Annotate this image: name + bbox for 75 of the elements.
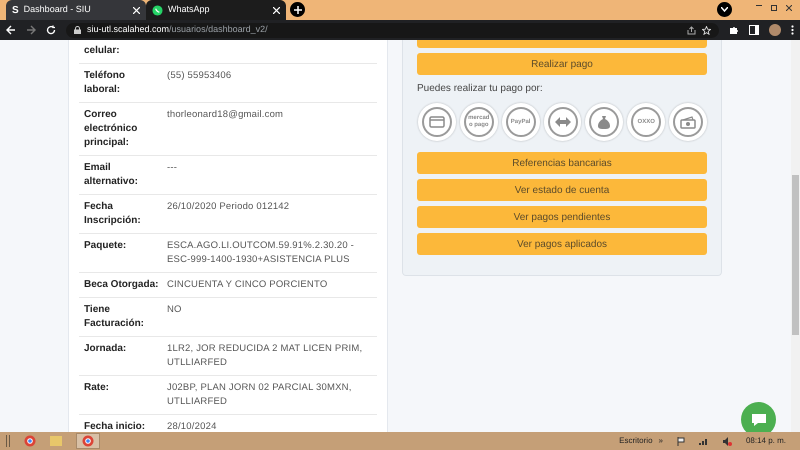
action-button[interactable]: Ver pagos pendientes — [417, 206, 707, 228]
payment-method-button[interactable] — [669, 103, 708, 141]
plus-icon — [294, 6, 302, 14]
speaker-icon[interactable] — [722, 436, 732, 446]
field-label: Fecha inicio: — [84, 420, 146, 432]
taskbar-app-button[interactable] — [76, 433, 100, 449]
arrows-icon — [554, 116, 572, 128]
minimize-icon[interactable] — [756, 5, 762, 7]
pay-button[interactable]: Realizar pago — [417, 53, 707, 75]
field-value: (55) 55953406 — [167, 69, 232, 83]
field-label: Teléfono laboral: — [84, 69, 126, 97]
tab-search-button[interactable] — [717, 2, 732, 17]
scrollbar-thumb[interactable] — [792, 175, 799, 335]
restore-icon[interactable] — [771, 5, 777, 11]
payment-methods-label: Puedes realizar tu pago por: — [417, 82, 544, 96]
back-arrow-icon[interactable] — [6, 25, 16, 35]
side-panel-icon[interactable] — [749, 25, 759, 35]
browser-tab[interactable]: WhatsApp — [146, 0, 286, 20]
field-label: Correo electrónico principal: — [84, 108, 138, 150]
field-value: J02BP, PLAN JORN 02 PARCIAL 30MXN, UTLLIARFED — [167, 381, 353, 409]
money-bag-icon — [597, 114, 612, 130]
field-label: Email alternativo: — [84, 161, 139, 189]
cash-icon — [680, 116, 696, 128]
toolbar-overflow[interactable]: » — [658, 435, 663, 447]
address-bar[interactable]: siu-utl.scalahed.com/usuarios/dashboard_v2/ — [66, 22, 719, 38]
url-path: /usuarios/dashboard_v2/ — [169, 23, 269, 36]
payment-method-button[interactable] — [585, 103, 624, 141]
close-window-icon[interactable] — [786, 5, 792, 11]
field-label: Beca Otorgada: — [84, 278, 160, 292]
browser-icon — [82, 435, 94, 447]
puzzle-icon[interactable] — [729, 25, 739, 35]
field-value: ESCA.AGO.LI.OUTCOM.59.91%.2.30.20 - ESC-999-1400-1930+ASISTENCIA PLUS — [167, 239, 356, 267]
lock-icon — [74, 26, 81, 34]
network-icon[interactable] — [698, 437, 709, 445]
field-value: 26/10/2020 Periodo 012142 — [167, 200, 290, 214]
flag-icon[interactable] — [676, 436, 685, 446]
more-vertical-icon[interactable] — [791, 25, 794, 35]
field-value: thorleonard18@gmail.com — [167, 108, 284, 122]
field-value: 1LR2, JOR REDUCIDA 2 MAT LICEN PRIM, UTLLIARFED — [167, 342, 364, 370]
field-value: --- — [167, 161, 178, 175]
chevron-down-icon — [721, 7, 728, 12]
new-tab-button[interactable] — [290, 2, 305, 17]
profile-avatar[interactable] — [769, 24, 781, 36]
share-icon[interactable] — [687, 26, 696, 34]
tab-title: Dashboard - SIU — [24, 3, 92, 16]
chat-button[interactable] — [741, 402, 776, 432]
payment-method-button[interactable] — [544, 103, 582, 141]
forward-arrow-icon[interactable] — [26, 25, 36, 35]
clock-time[interactable]: 08:14 p. m. — [746, 435, 786, 447]
field-value: NO — [167, 303, 183, 317]
star-icon[interactable] — [702, 26, 711, 34]
field-label: celular: — [84, 44, 121, 58]
credit-card-icon — [428, 116, 445, 128]
tab-title: WhatsApp — [168, 3, 211, 16]
close-icon[interactable] — [133, 6, 140, 14]
field-label: Jornada: — [84, 342, 128, 356]
desktop-toolbar-label[interactable]: Escritorio — [619, 435, 653, 447]
url-host: siu-utl.scalahed.com — [87, 23, 170, 36]
action-button[interactable]: Referencias bancarias — [417, 152, 707, 174]
field-value: 28/10/2024 — [167, 420, 218, 432]
grip-icon — [6, 435, 10, 447]
payment-method-button[interactable] — [418, 103, 456, 141]
field-label: Paquete: — [84, 239, 128, 253]
browser-tab[interactable]: S Dashboard - SIU — [6, 0, 146, 20]
browser-icon[interactable] — [24, 435, 36, 447]
action-button[interactable]: Ver estado de cuenta — [417, 179, 707, 201]
site-favicon: S — [12, 4, 19, 18]
close-icon[interactable] — [273, 6, 280, 14]
reload-icon[interactable] — [46, 25, 56, 35]
field-value: CINCUENTA Y CINCO PORCIENTO — [167, 278, 328, 292]
field-label: Rate: — [84, 381, 110, 395]
field-label: Fecha Inscripción: — [84, 200, 142, 228]
field-label: Tiene Facturación: — [84, 303, 146, 331]
action-button[interactable]: Ver pagos aplicados — [417, 233, 707, 255]
scrollbar[interactable] — [791, 40, 800, 432]
